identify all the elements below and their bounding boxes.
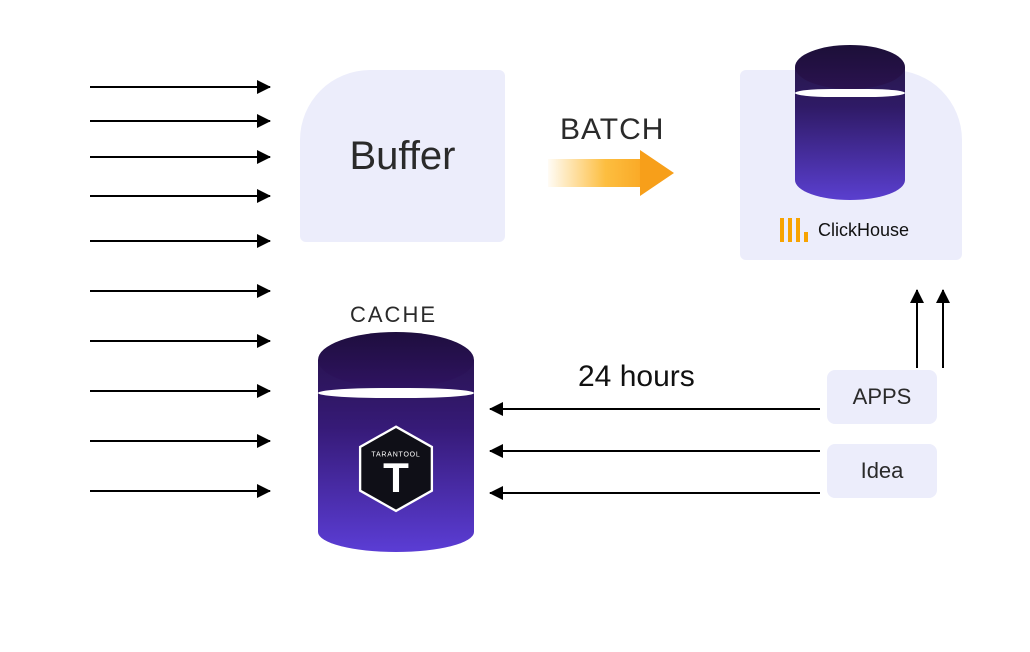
input-arrow: [90, 390, 270, 392]
input-arrow: [90, 440, 270, 442]
input-arrow: [90, 490, 270, 492]
duration-label: 24 hours: [578, 360, 695, 394]
cache-db-icon: TARANTOOL T: [318, 332, 474, 552]
to-clickhouse-arrow: [942, 290, 944, 368]
clickhouse-name: ClickHouse: [818, 220, 909, 241]
input-arrow: [90, 290, 270, 292]
diagram-stage: Buffer BATCH ClickHouse CACHE TARANTOOL …: [0, 0, 1030, 652]
cache-feed-arrow: [490, 408, 820, 410]
input-arrow: [90, 156, 270, 158]
tarantool-letter: T: [383, 454, 409, 501]
input-arrow: [90, 240, 270, 242]
apps-label: APPS: [853, 384, 912, 410]
buffer-box: Buffer: [300, 70, 505, 242]
cache-label: CACHE: [350, 302, 437, 328]
cache-feed-arrow: [490, 492, 820, 494]
apps-pill: APPS: [827, 370, 937, 424]
input-arrow: [90, 86, 270, 88]
batch-label: BATCH: [560, 113, 664, 147]
idea-label: Idea: [861, 458, 904, 484]
input-arrow: [90, 340, 270, 342]
cache-feed-arrow: [490, 450, 820, 452]
input-arrow: [90, 120, 270, 122]
input-arrow: [90, 195, 270, 197]
batch-arrow-icon: [548, 152, 676, 194]
buffer-label: Buffer: [350, 134, 456, 179]
clickhouse-logo: ClickHouse: [780, 218, 909, 242]
clickhouse-db-icon: [795, 45, 905, 200]
idea-pill: Idea: [827, 444, 937, 498]
tarantool-badge-icon: TARANTOOL T: [357, 424, 435, 512]
to-clickhouse-arrow: [916, 290, 918, 368]
clickhouse-bars-icon: [780, 218, 808, 242]
